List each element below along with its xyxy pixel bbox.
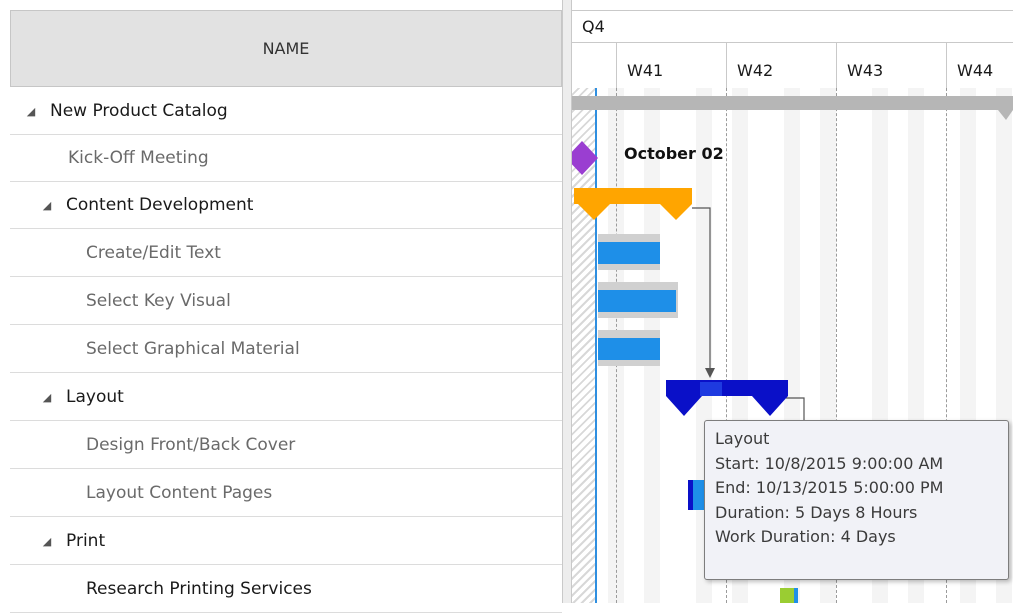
task-row-create-edit-text[interactable]: Create/Edit Text [10,230,562,277]
summary-bar-layout[interactable] [662,378,802,420]
week-label: W43 [847,61,884,80]
task-row-design-front-back-cover[interactable]: Design Front/Back Cover [10,422,562,469]
task-tree: NAME ◢ New Product Catalog Kick-Off Meet… [0,0,562,613]
week-cell-w44: W44 [946,43,1013,88]
task-row-select-graphical-material[interactable]: Select Graphical Material [10,326,562,373]
tooltip-start: Start: 10/8/2015 9:00:00 AM [715,453,944,473]
task-row-research-printing-services[interactable]: Research Printing Services [10,566,562,613]
tooltip-title: Layout [715,429,770,448]
task-row-select-key-visual[interactable]: Select Key Visual [10,278,562,325]
tooltip-duration: Duration: 5 Days 8 Hours [715,502,918,522]
task-label: Select Graphical Material [86,339,300,359]
task-tooltip: Layout Start: 10/8/2015 9:00:00 AM End: … [704,420,1009,580]
task-row-content-development[interactable]: ◢ Content Development [10,182,562,229]
task-label: Select Key Visual [86,291,231,311]
task-bar-select-key-visual[interactable] [598,290,676,312]
task-row-layout-content-pages[interactable]: Layout Content Pages [10,470,562,517]
grid-chart-splitter[interactable] [562,0,572,603]
timescale-ruler: Q4 W41 W42 W43 W44 [572,10,1013,88]
name-column-header[interactable]: NAME [10,10,562,87]
week-label: W42 [737,61,774,80]
week-cell-w42: W42 [726,43,836,88]
task-label: New Product Catalog [50,101,228,121]
task-label: Kick-Off Meeting [68,148,209,168]
task-row-kick-off-meeting[interactable]: Kick-Off Meeting [10,135,562,182]
task-bar-research-printing-services[interactable] [780,588,794,603]
collapse-arrow-icon[interactable]: ◢ [38,535,56,548]
task-label: Create/Edit Text [86,243,221,263]
quarter-cell: Q4 [572,10,1013,43]
week-label: W44 [957,61,994,80]
tooltip-work-duration: Work Duration: 4 Days [715,527,896,546]
quarter-label: Q4 [582,17,605,36]
task-row-print[interactable]: ◢ Print [10,518,562,565]
task-label: Design Front/Back Cover [86,435,296,455]
collapse-arrow-icon[interactable]: ◢ [22,105,40,118]
task-row-layout[interactable]: ◢ Layout [10,374,562,421]
week-cell-w43: W43 [836,43,946,88]
task-row-new-product-catalog[interactable]: ◢ New Product Catalog [10,88,562,135]
task-bar-select-graphical-material[interactable] [598,338,660,360]
task-progress-indicator [794,588,798,603]
task-label: Layout Content Pages [86,483,273,503]
task-label: Research Printing Services [86,579,312,599]
tooltip-end: End: 10/13/2015 5:00:00 PM [715,478,944,497]
task-label: Print [66,531,106,551]
name-column-header-label: NAME [262,39,310,58]
collapse-arrow-icon[interactable]: ◢ [38,199,56,212]
collapse-arrow-icon[interactable]: ◢ [38,391,56,404]
task-bar-create-edit-text[interactable] [598,242,660,264]
week-label: W41 [627,61,664,80]
task-label: Layout [66,387,124,407]
week-cell-w41: W41 [616,43,726,88]
task-label: Content Development [66,195,254,215]
